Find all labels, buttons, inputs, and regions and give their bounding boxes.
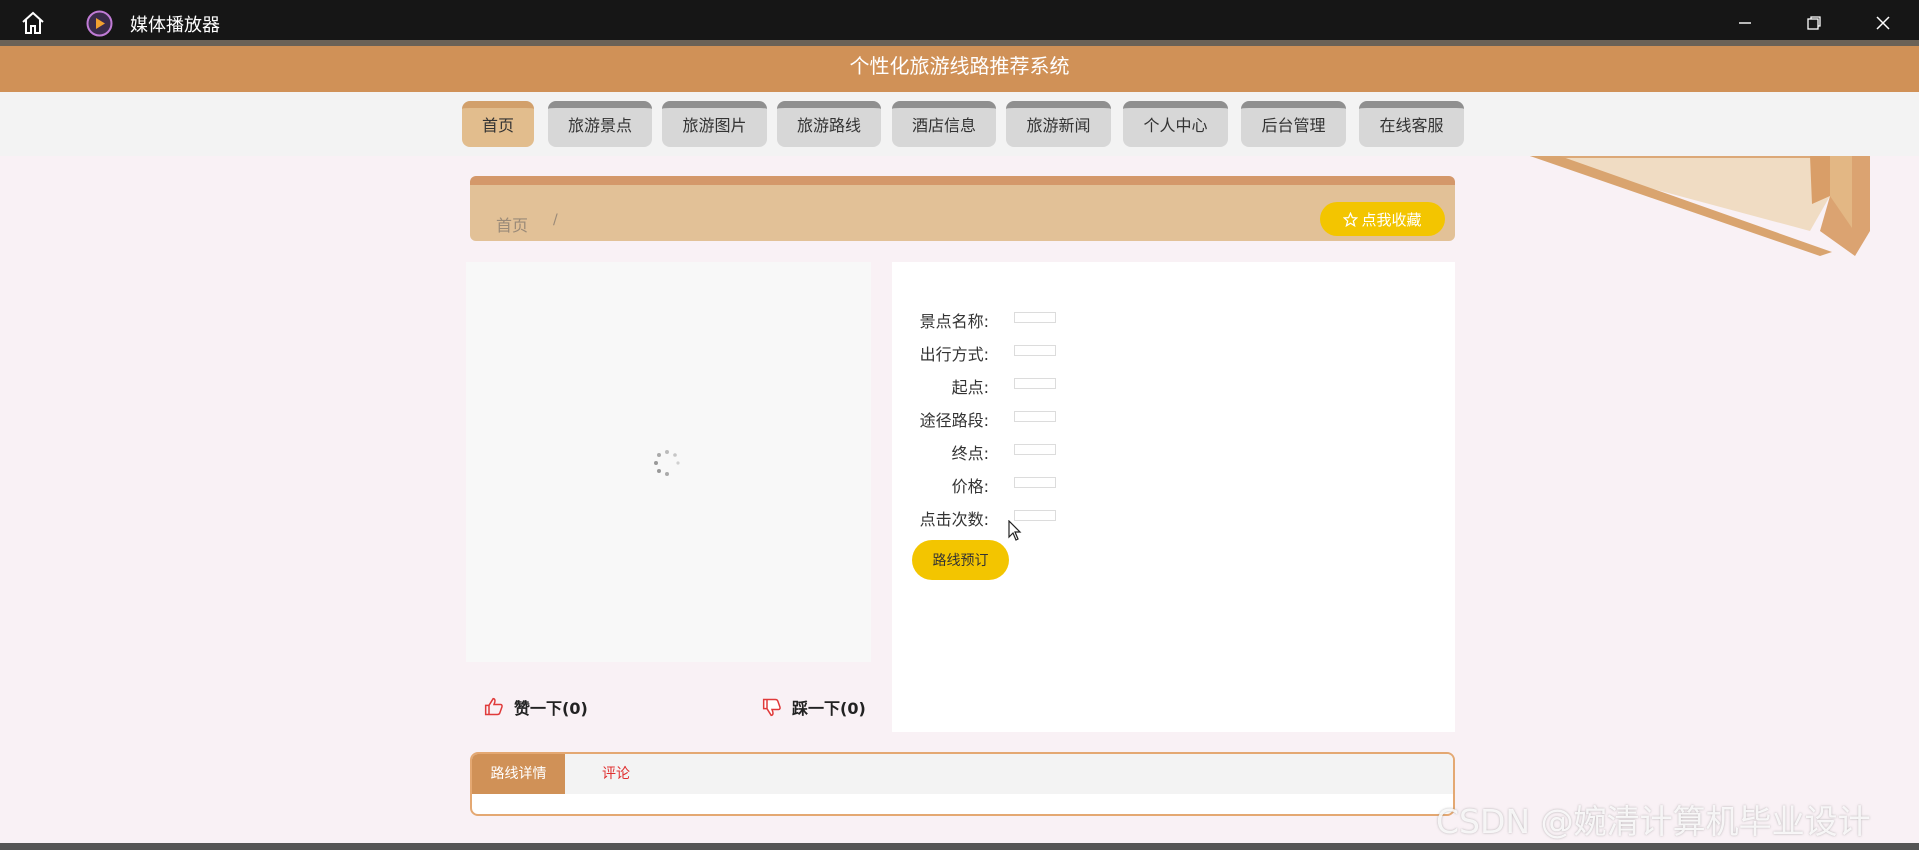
thumbs-down-icon xyxy=(762,698,781,717)
dislike-count-label: 踩一下(0) xyxy=(792,699,866,718)
nav-item-photos[interactable]: 旅游图片 xyxy=(662,101,767,147)
breadcrumb: 首页 / 点我收藏 xyxy=(470,176,1455,241)
field-value xyxy=(1014,378,1056,389)
favorite-label: 点我收藏 xyxy=(1361,210,1422,229)
field-label: 终点: xyxy=(951,444,989,463)
window-bottom-edge xyxy=(0,843,1919,850)
nav-item-attractions[interactable]: 旅游景点 xyxy=(548,101,652,147)
field-travel-mode: 出行方式: xyxy=(892,337,1455,367)
field-value xyxy=(1014,345,1056,356)
field-label: 起点: xyxy=(951,378,989,397)
media-player-icon xyxy=(86,10,113,37)
like-button[interactable]: 赞一下(0) xyxy=(484,695,588,719)
tab-route-details[interactable]: 路线详情 xyxy=(472,754,565,794)
field-value xyxy=(1014,477,1056,488)
close-icon xyxy=(1876,16,1890,30)
field-click-count: 点击次数: xyxy=(892,502,1455,532)
tabs-header: 路线详情 评论 xyxy=(472,754,1453,794)
loading-spinner-icon xyxy=(652,448,682,478)
favorite-button[interactable]: 点我收藏 xyxy=(1320,202,1445,236)
field-price: 价格: xyxy=(892,469,1455,499)
breadcrumb-home[interactable]: 首页 xyxy=(496,212,528,236)
nav-item-news[interactable]: 旅游新闻 xyxy=(1006,101,1111,147)
field-value xyxy=(1014,312,1056,323)
field-end-point: 终点: xyxy=(892,436,1455,466)
minimize-icon xyxy=(1739,22,1751,24)
field-label: 途径路段: xyxy=(919,411,989,430)
nav-item-routes[interactable]: 旅游路线 xyxy=(777,101,881,147)
dislike-button[interactable]: 踩一下(0) xyxy=(762,695,866,719)
home-icon[interactable] xyxy=(20,10,46,36)
field-attraction-name: 景点名称: xyxy=(892,304,1455,334)
book-route-button[interactable]: 路线预订 xyxy=(912,540,1009,580)
restore-icon xyxy=(1807,16,1821,30)
field-label: 价格: xyxy=(951,477,989,496)
field-label: 景点名称: xyxy=(919,312,989,331)
field-start-point: 起点: xyxy=(892,370,1455,400)
route-info-panel: 景点名称: 出行方式: 起点: 途径路段: 终点: 价格: 点击次数: 路线预订 xyxy=(892,262,1455,732)
window-titlebar: 媒体播放器 xyxy=(0,0,1919,44)
detail-tabs: 路线详情 评论 xyxy=(470,752,1455,816)
field-waypoints: 途径路段: xyxy=(892,403,1455,433)
field-label: 出行方式: xyxy=(919,345,989,364)
nav-item-service[interactable]: 在线客服 xyxy=(1359,101,1464,147)
close-button[interactable] xyxy=(1868,8,1898,38)
nav-item-hotels[interactable]: 酒店信息 xyxy=(892,101,996,147)
window-title: 媒体播放器 xyxy=(130,15,220,36)
tab-comments[interactable]: 评论 xyxy=(602,754,630,794)
decorative-ribbon xyxy=(1530,156,1870,261)
nav-item-admin[interactable]: 后台管理 xyxy=(1241,101,1346,147)
page-background xyxy=(0,156,470,826)
field-label: 点击次数: xyxy=(919,510,989,529)
nav-item-home[interactable]: 首页 xyxy=(462,101,534,147)
minimize-button[interactable] xyxy=(1730,8,1760,38)
field-value xyxy=(1014,411,1056,422)
route-image-panel xyxy=(466,262,871,662)
breadcrumb-separator: / xyxy=(553,212,558,228)
restore-button[interactable] xyxy=(1799,8,1829,38)
watermark: CSDN @婉清计算机毕业设计 xyxy=(1436,802,1871,841)
star-outline-icon xyxy=(1343,211,1359,227)
like-count-label: 赞一下(0) xyxy=(514,699,588,718)
thumbs-up-icon xyxy=(484,697,503,716)
mouse-cursor-icon xyxy=(1008,519,1022,542)
nav-item-profile[interactable]: 个人中心 xyxy=(1123,101,1228,147)
site-title: 个性化旅游线路推荐系统 xyxy=(849,54,1070,78)
field-value xyxy=(1014,444,1056,455)
site-header: 个性化旅游线路推荐系统 xyxy=(0,46,1919,92)
